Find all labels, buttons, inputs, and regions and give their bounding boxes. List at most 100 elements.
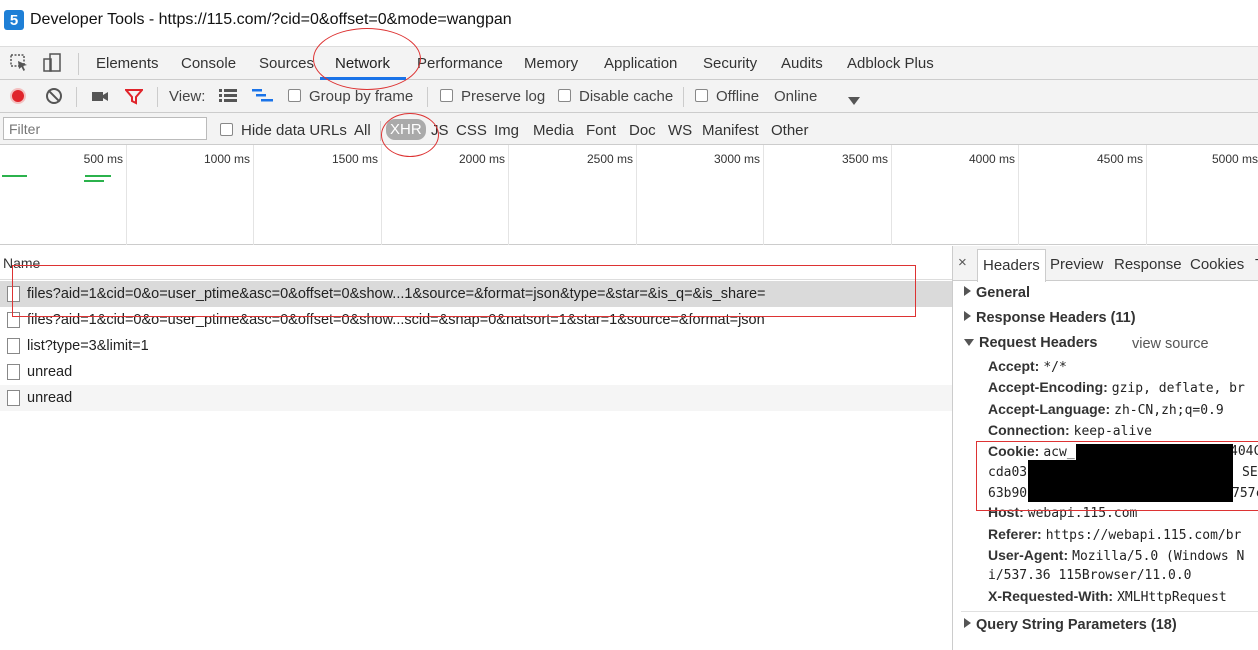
toolbar-separator: [427, 87, 428, 107]
tab-response[interactable]: Response: [1114, 256, 1182, 273]
throttling-select[interactable]: Online: [774, 88, 817, 105]
inspect-element-icon[interactable]: [10, 53, 30, 77]
timeline-label: 2000 ms: [458, 152, 505, 166]
cookie-fragment: SE: [1242, 465, 1258, 480]
device-toolbar-icon[interactable]: [42, 53, 62, 77]
query-string-toggle[interactable]: Query String Parameters (18): [964, 617, 1177, 633]
filter-icon[interactable]: [123, 88, 145, 109]
filter-type-doc[interactable]: Doc: [629, 122, 656, 139]
filter-type-js[interactable]: JS: [431, 122, 449, 139]
header-value: XMLHttpRequest: [1117, 590, 1227, 605]
tab-sources[interactable]: Sources: [259, 55, 314, 72]
filter-type-ws[interactable]: WS: [668, 122, 692, 139]
timeline-label: 1500 ms: [331, 152, 378, 166]
tab-adblock-plus[interactable]: Adblock Plus: [847, 55, 934, 72]
header-key: Cookie:: [988, 443, 1040, 459]
request-row[interactable]: files?aid=1&cid=0&o=user_ptime&asc=0&off…: [0, 281, 952, 307]
collapse-triangle-icon: [964, 339, 974, 346]
tab-preview[interactable]: Preview: [1050, 256, 1103, 273]
file-icon: [7, 390, 20, 406]
timeline-label: 3500 ms: [841, 152, 888, 166]
request-name: unread: [27, 364, 73, 380]
filter-type-other[interactable]: Other: [771, 122, 809, 139]
tab-security[interactable]: Security: [703, 55, 757, 72]
timeline-gridline: [253, 145, 254, 245]
tab-cookies[interactable]: Cookies: [1190, 256, 1244, 273]
request-row[interactable]: files?aid=1&cid=0&o=user_ptime&asc=0&off…: [0, 307, 952, 333]
header-value: */*: [1043, 360, 1067, 375]
name-column-label: Name: [3, 255, 41, 271]
filter-type-media[interactable]: Media: [533, 122, 574, 139]
clear-button[interactable]: [46, 88, 62, 104]
timeline-gridline: [891, 145, 892, 245]
timeline-gridline: [636, 145, 637, 245]
tab-console[interactable]: Console: [181, 55, 236, 72]
group-by-frame-checkbox[interactable]: Group by frame: [288, 88, 413, 105]
record-button[interactable]: [10, 88, 26, 104]
response-headers-toggle[interactable]: Response Headers (11): [964, 310, 1136, 326]
request-headers-toggle[interactable]: Request Headers: [964, 335, 1097, 351]
header-key: X-Requested-With:: [988, 588, 1114, 604]
request-name: files?aid=1&cid=0&o=user_ptime&asc=0&off…: [27, 312, 765, 328]
window-titlebar: 5 Developer Tools - https://115.com/?cid…: [0, 0, 1258, 40]
checkbox-box[interactable]: [695, 89, 708, 102]
header-value: webapi.115.com: [1027, 506, 1138, 521]
checkbox-box[interactable]: [440, 89, 453, 102]
view-source-link[interactable]: view source: [1132, 336, 1209, 352]
filter-type-xhr[interactable]: XHR: [386, 119, 426, 140]
network-toolbar: View: Group by frame Preserve log Disabl…: [0, 80, 1258, 113]
filter-type-font[interactable]: Font: [586, 122, 616, 139]
tab-audits[interactable]: Audits: [781, 55, 823, 72]
filter-type-all[interactable]: All: [354, 122, 371, 139]
request-row[interactable]: list?type=3&limit=1: [0, 333, 952, 359]
header-key: Referer:: [988, 526, 1042, 542]
cookie-fragment: 757c: [1232, 486, 1258, 501]
checkbox-box[interactable]: [288, 89, 301, 102]
window-title: Developer Tools - https://115.com/?cid=0…: [30, 11, 512, 28]
group-by-frame-label: Group by frame: [309, 88, 414, 105]
request-row[interactable]: unread: [0, 359, 952, 385]
devtools-tabbar: Elements Console Sources Network Perform…: [0, 46, 1258, 80]
file-icon: [7, 364, 20, 380]
tab-headers[interactable]: Headers: [977, 249, 1046, 282]
query-string-label: Query String Parameters (18): [976, 617, 1177, 633]
timeline-request-bar: [85, 175, 111, 177]
camera-icon[interactable]: [91, 88, 109, 108]
header-value: gzip, deflate, br: [1111, 381, 1245, 396]
toolbar-separator: [157, 87, 158, 107]
tab-performance[interactable]: Performance: [417, 55, 503, 72]
large-rows-icon[interactable]: [219, 89, 237, 107]
request-row[interactable]: unread: [0, 385, 952, 411]
hide-data-urls-label: Hide data URLs: [241, 122, 347, 139]
tab-application[interactable]: Application: [604, 55, 677, 72]
filter-type-img[interactable]: Img: [494, 122, 519, 139]
timeline-overview[interactable]: 500 ms 1000 ms 1500 ms 2000 ms 2500 ms 3…: [0, 145, 1258, 245]
header-row: Connection: keep-alive: [988, 420, 1152, 442]
checkbox-box[interactable]: [558, 89, 571, 102]
header-row: Accept: */*: [988, 356, 1067, 378]
tab-network[interactable]: Network: [335, 55, 390, 72]
request-name: files?aid=1&cid=0&o=user_ptime&asc=0&off…: [27, 286, 766, 302]
header-value: keep-alive: [1073, 424, 1152, 439]
close-icon[interactable]: ×: [958, 254, 967, 271]
preserve-log-checkbox[interactable]: Preserve log: [440, 88, 545, 105]
timeline-label: 4500 ms: [1096, 152, 1143, 166]
header-row: Accept-Encoding: gzip, deflate, br: [988, 377, 1245, 399]
general-section-toggle[interactable]: General: [964, 285, 1030, 301]
name-column-header[interactable]: Name: [0, 246, 952, 280]
waterfall-overview-icon[interactable]: [252, 89, 274, 107]
filter-type-css[interactable]: CSS: [456, 122, 487, 139]
checkbox-box[interactable]: [220, 123, 233, 136]
hide-data-urls-checkbox[interactable]: Hide data URLs: [220, 122, 347, 139]
details-tabbar: × Headers Preview Response Cookies T: [953, 246, 1258, 282]
filter-input[interactable]: [3, 117, 207, 140]
chevron-down-icon[interactable]: [848, 92, 860, 109]
tab-memory[interactable]: Memory: [524, 55, 578, 72]
disable-cache-checkbox[interactable]: Disable cache: [558, 88, 673, 105]
tab-elements[interactable]: Elements: [96, 55, 159, 72]
filter-type-manifest[interactable]: Manifest: [702, 122, 759, 139]
timeline-request-bar: [2, 175, 27, 177]
file-icon: [7, 338, 20, 354]
offline-checkbox[interactable]: Offline: [695, 88, 759, 105]
toolbar-separator: [683, 87, 684, 107]
